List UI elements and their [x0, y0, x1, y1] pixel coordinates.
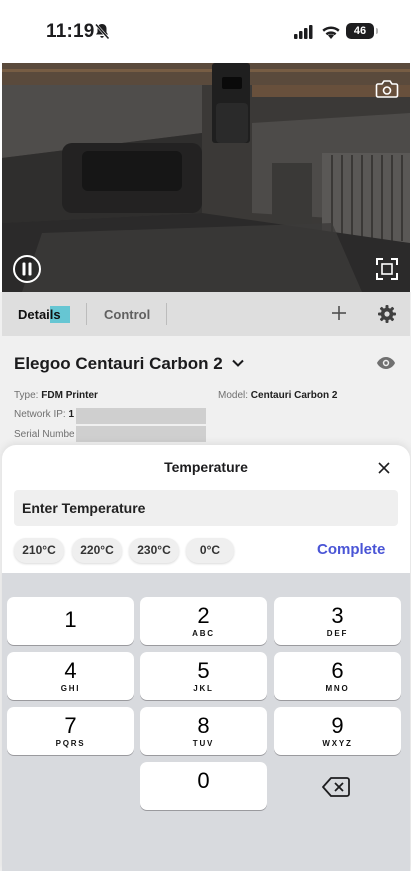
key-digit: 0 — [197, 768, 210, 793]
backspace-icon[interactable] — [322, 776, 350, 798]
preset-230[interactable]: 230°C — [129, 538, 179, 563]
key-letters: PQRS — [55, 739, 86, 748]
key-1[interactable]: 1 — [7, 597, 134, 645]
key-digit: 5 — [197, 658, 210, 683]
key-9[interactable]: 9 WXYZ — [274, 707, 401, 755]
cellular-signal-icon — [294, 25, 315, 39]
key-digit: 8 — [197, 713, 210, 738]
pause-icon — [13, 255, 41, 283]
key-digit: 7 — [64, 713, 77, 738]
key-digit: 9 — [331, 713, 344, 738]
key-digit: 2 — [197, 603, 210, 628]
key-6[interactable]: 6 MNO — [274, 652, 401, 700]
camera-snapshot-icon — [375, 80, 399, 98]
key-8[interactable]: 8 TUV — [140, 707, 267, 755]
printer-camera-image — [2, 63, 410, 292]
snapshot-button[interactable] — [374, 78, 400, 100]
wifi-icon — [322, 26, 340, 39]
key-letters: ABC — [192, 629, 215, 638]
battery-indicator: 46 — [346, 23, 378, 39]
pause-button[interactable] — [12, 254, 42, 284]
temperature-input[interactable] — [14, 490, 398, 526]
status-bar: 11:19 46 — [0, 0, 411, 62]
key-letters: MNO — [325, 684, 350, 693]
key-digit: 3 — [331, 603, 344, 628]
key-digit: 1 — [64, 607, 77, 632]
key-digit: 4 — [64, 658, 77, 683]
key-0[interactable]: 0 — [140, 762, 267, 810]
key-5[interactable]: 5 JKL — [140, 652, 267, 700]
numeric-keypad: 1 2 ABC 3 DEF 4 GHI 5 JKL 6 MNO 7 PQRS 8… — [2, 573, 410, 871]
key-2[interactable]: 2 ABC — [140, 597, 267, 645]
key-4[interactable]: 4 GHI — [7, 652, 134, 700]
preset-0[interactable]: 0°C — [186, 538, 234, 563]
key-7[interactable]: 7 PQRS — [7, 707, 134, 755]
key-letters: JKL — [193, 684, 214, 693]
key-3[interactable]: 3 DEF — [274, 597, 401, 645]
fullscreen-button[interactable] — [374, 256, 400, 282]
status-time: 11:19 — [46, 21, 95, 42]
camera-feed[interactable] — [2, 63, 410, 292]
key-letters: WXYZ — [322, 739, 353, 748]
preset-210[interactable]: 210°C — [14, 538, 64, 563]
fullscreen-icon — [376, 258, 398, 280]
key-digit: 6 — [331, 658, 344, 683]
preset-220[interactable]: 220°C — [72, 538, 122, 563]
key-letters: TUV — [192, 739, 215, 748]
key-letters: GHI — [60, 684, 81, 693]
sheet-title: Temperature — [164, 459, 248, 475]
complete-button[interactable]: Complete — [317, 541, 385, 558]
bell-slash-icon — [95, 23, 110, 40]
key-letters: DEF — [326, 629, 349, 638]
close-icon[interactable] — [377, 461, 391, 475]
